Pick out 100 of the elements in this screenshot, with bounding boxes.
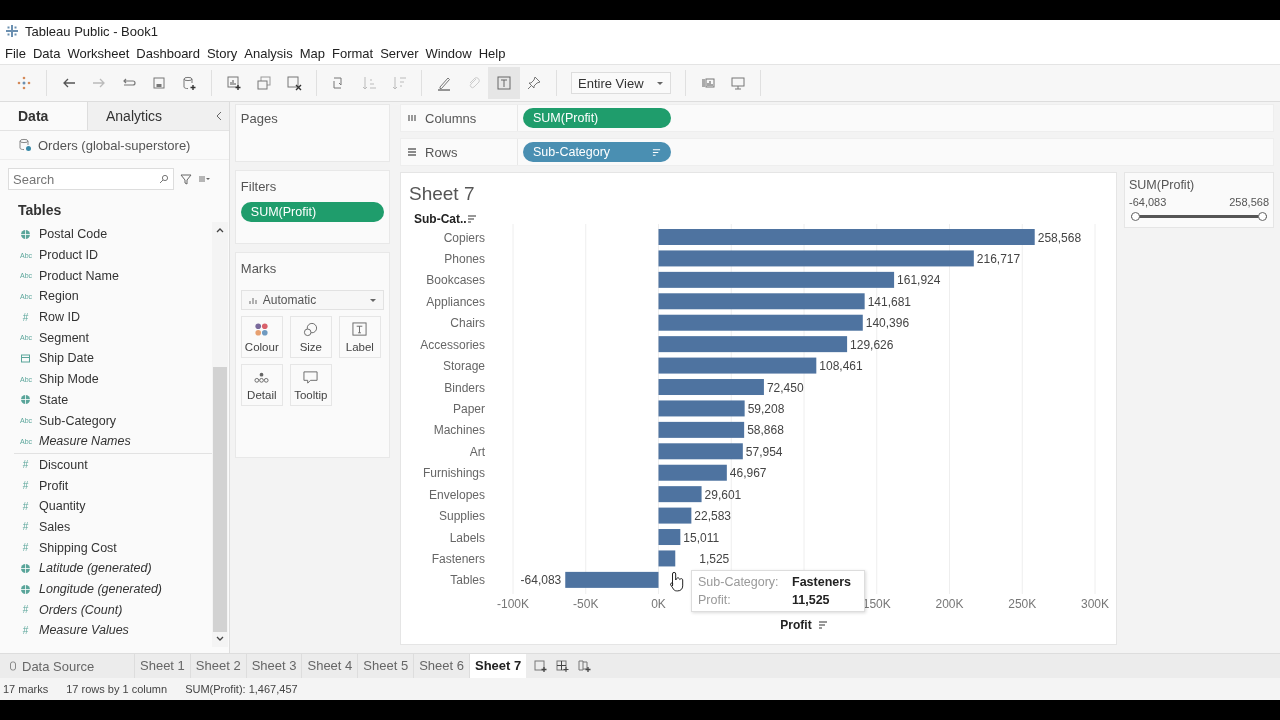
bar[interactable] — [658, 400, 745, 417]
axis-header[interactable]: Sub-Cat.. — [414, 212, 467, 226]
rows-icon — [407, 147, 417, 157]
field-item[interactable]: # Discount — [0, 454, 212, 476]
slider-thumb[interactable] — [1131, 212, 1140, 221]
category-label: Storage — [442, 359, 485, 374]
colour-dots-icon — [254, 321, 270, 337]
pane-tab[interactable]: Data — [0, 102, 88, 130]
marks-button[interactable]: Size — [289, 316, 332, 358]
menu-item[interactable]: Worksheet — [67, 45, 136, 61]
clear-sheet-icon[interactable] — [286, 75, 302, 91]
field-item[interactable]: # Row ID — [0, 306, 212, 328]
bar[interactable] — [658, 443, 743, 460]
pen-icon[interactable] — [436, 75, 452, 91]
bar[interactable] — [658, 421, 745, 438]
category-label: Envelopes — [428, 487, 485, 502]
value-label: 22,583 — [694, 509, 732, 524]
new-worksheet-icon[interactable] — [226, 75, 242, 91]
bar[interactable] — [658, 464, 727, 481]
save-icon[interactable] — [151, 75, 167, 91]
category-label: Furnishings — [422, 466, 485, 481]
menu-item[interactable]: Dashboard — [136, 45, 206, 61]
duplicate-icon[interactable] — [256, 75, 272, 91]
new-story-icon[interactable] — [578, 659, 593, 673]
marks-button[interactable]: Colour — [240, 316, 283, 358]
bar[interactable] — [658, 529, 681, 545]
menu-item[interactable]: Map — [299, 45, 331, 61]
columns-icon — [407, 113, 417, 123]
caret-icon — [369, 296, 377, 304]
menu-item[interactable]: Data — [32, 45, 67, 61]
pane-tab[interactable]: Analytics — [88, 102, 176, 130]
bar[interactable] — [658, 486, 702, 503]
category-label: Binders — [444, 380, 485, 395]
field-item[interactable]: # Sales — [0, 516, 212, 538]
field-item[interactable]: # Profit — [0, 475, 212, 496]
bar[interactable] — [565, 571, 659, 588]
menu-item[interactable]: Story — [206, 45, 244, 61]
slider-thumb[interactable] — [1258, 212, 1267, 221]
field-item[interactable]: # Quantity — [0, 495, 212, 517]
filter-title: SUM(Profit) — [1129, 178, 1196, 192]
bar[interactable] — [658, 250, 974, 267]
value-label: 72,450 — [766, 380, 804, 395]
show-cards-icon[interactable] — [700, 75, 716, 91]
pin-icon[interactable] — [526, 75, 542, 91]
scrollbar[interactable] — [211, 222, 228, 647]
filter-icon[interactable] — [180, 173, 192, 185]
new-worksheet-icon[interactable] — [534, 659, 549, 673]
menu-item[interactable]: Window — [425, 45, 478, 61]
search-field[interactable]: Search — [8, 168, 174, 190]
field-item[interactable]: Longitude (generated) — [0, 578, 212, 600]
menu-item[interactable]: Format — [332, 45, 380, 61]
menu-item[interactable]: Server — [380, 45, 425, 61]
category-label: Bookcases — [426, 273, 485, 288]
field-item[interactable]: # Shipping Cost — [0, 537, 212, 558]
menu-item[interactable]: Analysis — [244, 45, 299, 61]
collapse-icon[interactable] — [214, 111, 223, 121]
data-source-name[interactable]: Orders (global-superstore) — [38, 137, 191, 153]
sort-icon — [652, 147, 661, 157]
value-label: -64,083 — [520, 573, 562, 588]
bar[interactable] — [658, 507, 692, 524]
sort-icon[interactable] — [818, 621, 828, 629]
sort-icon[interactable] — [467, 215, 477, 223]
sheet-title: Sheet 7 — [408, 182, 476, 206]
axis-tick-label: 0K — [651, 597, 666, 611]
field-item[interactable]: State — [0, 389, 212, 411]
bar[interactable] — [658, 314, 863, 331]
field-item[interactable]: # Orders (Count) — [0, 599, 212, 621]
bar[interactable] — [658, 357, 817, 374]
size-circles-icon — [303, 321, 319, 337]
field-item[interactable]: # Measure Values — [0, 620, 212, 641]
range-slider-track[interactable] — [1131, 212, 1267, 221]
field-item[interactable]: Latitude (generated) — [0, 558, 212, 579]
menu-item[interactable]: Help — [478, 45, 512, 61]
app-logo-icon[interactable] — [16, 75, 32, 91]
axis-title[interactable]: Profit — [780, 618, 812, 632]
menu-item[interactable]: File — [5, 45, 32, 61]
fit-dropdown[interactable]: Entire View — [571, 72, 671, 94]
status-text: SUM(Profit): 1,467,457 — [185, 683, 298, 695]
field-item[interactable]: Postal Code — [0, 224, 212, 245]
globe-icon — [20, 228, 31, 240]
marks-button[interactable]: Detail — [240, 364, 283, 406]
marks-button[interactable]: Label — [338, 316, 381, 358]
status-text: 17 rows by 1 column — [66, 683, 168, 695]
shelf-label: Columns — [425, 110, 477, 126]
field-item[interactable]: Ship Date — [0, 348, 212, 369]
presentation-icon[interactable] — [730, 75, 746, 91]
bar[interactable] — [658, 293, 865, 310]
value-label: 140,396 — [865, 316, 910, 331]
new-data-source-icon[interactable] — [181, 75, 197, 91]
view-options-icon[interactable] — [198, 173, 210, 185]
marks-button[interactable]: Tooltip — [289, 364, 332, 406]
speech-bubble-icon — [303, 369, 319, 385]
field-pill[interactable]: Sub-Category — [523, 142, 671, 162]
data-source-tab[interactable]: Data Source — [0, 654, 134, 678]
sheet-tab[interactable]: Sheet 7 — [468, 654, 527, 678]
bar[interactable] — [658, 336, 848, 353]
new-dashboard-icon[interactable] — [556, 659, 571, 673]
mark-type-dropdown[interactable]: Automatic — [240, 290, 384, 310]
bar[interactable] — [658, 271, 895, 288]
calendar-icon — [20, 352, 31, 364]
